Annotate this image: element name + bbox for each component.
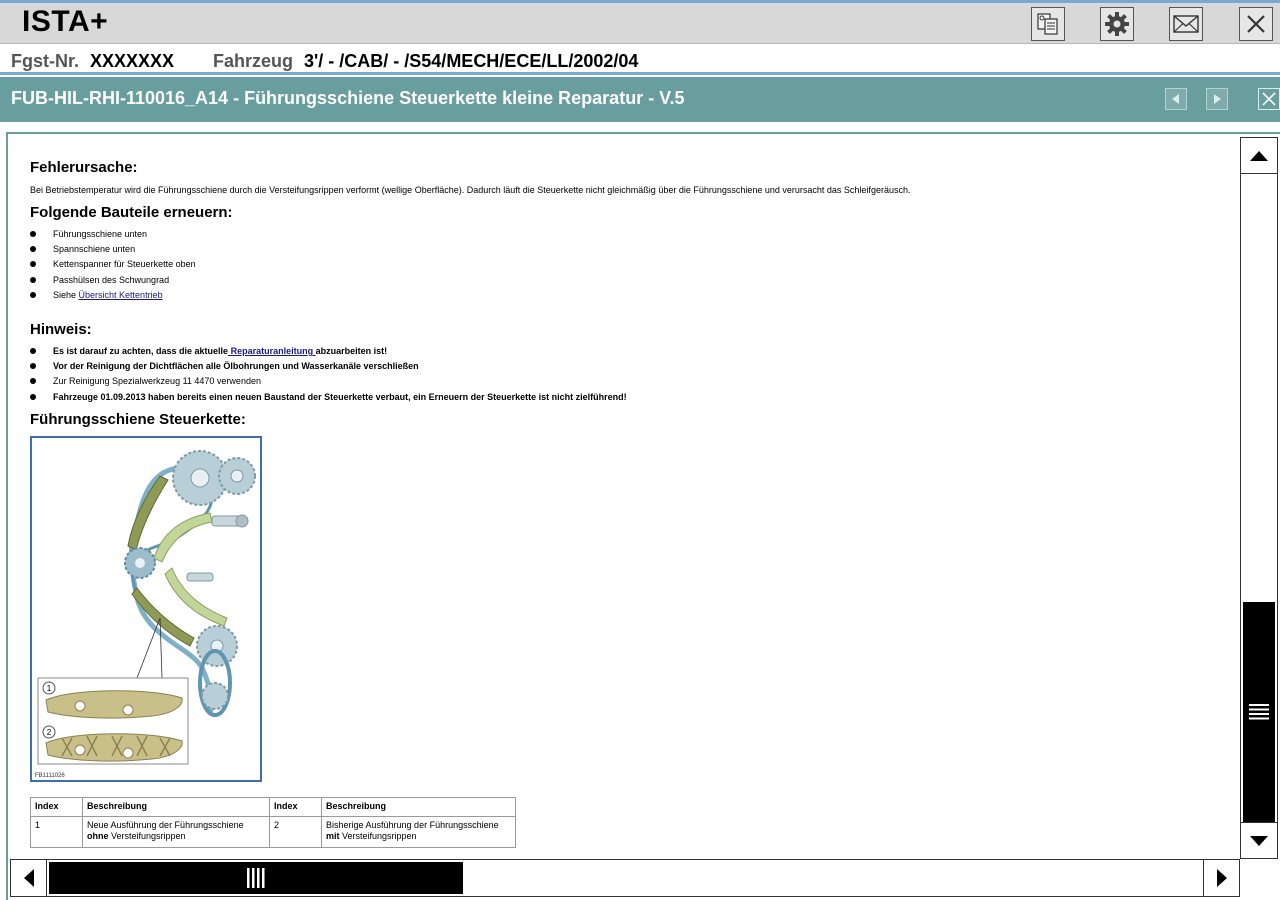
grip-lines-icon [1249,704,1269,720]
triangle-left-icon [23,869,34,887]
vertical-scroll-thumb[interactable] [1243,602,1275,822]
triangle-up-icon [1250,150,1268,161]
list-item: Führungsschiene unten [30,227,196,242]
close-document-button[interactable] [1258,88,1280,110]
figure-heading: Führungsschiene Steuerkette: [30,411,246,428]
scroll-right-button[interactable] [1203,860,1239,896]
horizontal-scroll-thumb[interactable] [49,862,463,894]
next-document-button[interactable] [1206,88,1228,110]
vertical-scrollbar[interactable] [1240,137,1278,859]
gear-icon [1105,12,1129,36]
description-cell: Bisherige Ausführung der Führungsschiene… [321,816,516,848]
mail-icon [1173,15,1199,33]
close-app-button[interactable] [1239,7,1273,41]
chain-guide-figure[interactable]: 1 2 FB1111026 [30,436,262,782]
close-icon [1262,92,1276,106]
column-header-description: Beschreibung [82,797,270,817]
callout-2: 2 [47,728,52,737]
column-header-index: Index [30,797,83,817]
table-row: 1 Neue Ausführung der Führungsschiene ohn… [30,816,516,848]
scroll-down-button[interactable] [1241,822,1277,858]
callout-1: 1 [47,684,52,693]
index-cell: 1 [30,816,83,848]
fahrzeug-label: Fahrzeug [213,51,294,71]
list-item: Kettenspanner für Steuerkette oben [30,257,196,272]
fahrzeug-value: 3'/ - /CAB/ - /S54/MECH/ECE/LL/2002/04 [304,51,639,71]
settings-button[interactable] [1100,7,1134,41]
note-1-suffix: abzuarbeiten ist! [315,346,388,356]
index-cell: 2 [269,816,322,848]
document-content: Fehlerursache: Bei Betriebstemperatur wi… [30,156,1230,856]
column-header-description: Beschreibung [321,797,516,817]
table-header-row: Index Beschreibung Index Beschreibung [30,797,516,817]
column-header-index: Index [269,797,322,817]
triangle-right-icon [1216,869,1227,887]
app-title: ISTA+ [22,5,109,38]
note-1-prefix: Es ist darauf zu achten, dass die aktuel… [53,346,229,356]
note-heading: Hinweis: [30,321,92,338]
triangle-left-icon [1172,94,1179,104]
scroll-up-button[interactable] [1241,138,1277,174]
grip-lines-icon [247,868,265,888]
parts-heading: Folgende Bauteile erneuern: [30,204,233,221]
previous-document-button[interactable] [1165,88,1187,110]
list-item: Passhülsen des Schwungrad [30,273,196,288]
document-header: FUB-HIL-RHI-110016_A14 - Führungsschiene… [0,77,1280,122]
cause-text: Bei Betriebstemperatur wird die Führungs… [30,185,911,195]
triangle-down-icon [1250,835,1268,846]
title-bar: ISTA+ [0,3,1280,44]
document-title: FUB-HIL-RHI-110016_A14 - Führungsschiene… [11,88,685,108]
list-item: Spannschiene unten [30,242,196,257]
parts-list: Führungsschiene unten Spannschiene unten… [30,227,196,303]
document-content-frame: Fehlerursache: Bei Betriebstemperatur wi… [6,132,1280,900]
fgst-value: XXXXXXX [90,51,175,71]
repair-instructions-link[interactable]: Reparaturanleitung [228,346,316,356]
horizontal-scrollbar[interactable] [10,859,1240,897]
description-cell: Neue Ausführung der Führungsschiene ohne … [82,816,270,848]
list-item: Vor der Reinigung der Dichtflächen alle … [30,359,627,374]
cause-heading: Fehlerursache: [30,159,138,176]
overview-chain-drive-link[interactable]: Übersicht Kettentrieb [79,290,163,300]
documents-button[interactable] [1031,7,1065,41]
mail-button[interactable] [1169,7,1203,41]
triangle-right-icon [1214,94,1221,104]
legend-table: Index Beschreibung Index Beschreibung 1 … [30,797,516,848]
documents-icon [1037,13,1058,35]
fgst-label: Fgst-Nr. [11,51,80,71]
see-prefix: Siehe [53,289,79,300]
list-item: Es ist darauf zu achten, dass die aktuel… [30,344,627,359]
list-item: Zur Reinigung Spezialwerkzeug 11 4470 ve… [30,374,627,389]
figure-id: FB1111026 [35,773,65,779]
list-item: Fahrzeuge 01.09.2013 haben bereits einen… [30,390,627,405]
timing-chain-illustration: 1 2 [37,450,256,765]
vehicle-info-bar: Fgst-Nr. XXXXXXX Fahrzeug 3'/ - /CAB/ - … [0,45,1280,75]
note-list: Es ist darauf zu achten, dass die aktuel… [30,344,627,405]
list-item: Siehe Übersicht Kettentrieb [30,288,196,303]
scroll-left-button[interactable] [11,860,47,896]
close-icon [1247,15,1265,33]
